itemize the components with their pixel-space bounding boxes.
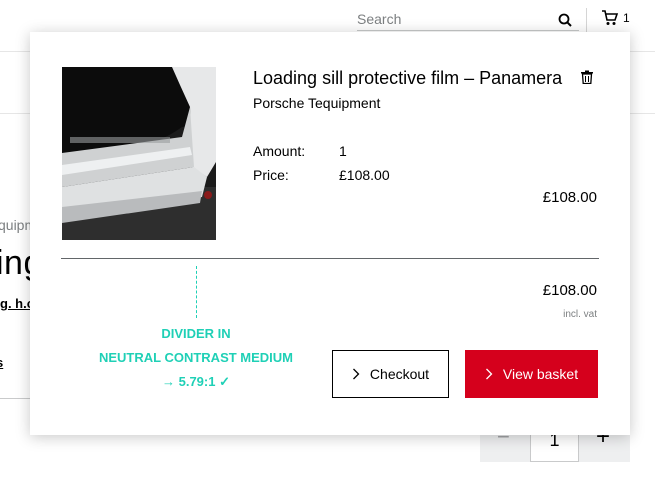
- brand-link-fragment[interactable]: g. h.c: [0, 296, 34, 311]
- search-input[interactable]: [357, 9, 547, 29]
- product-photo: [62, 67, 216, 240]
- price-value: £108.00: [339, 167, 390, 183]
- header-separator: [586, 8, 587, 32]
- cart-button[interactable]: 1: [601, 8, 630, 28]
- trash-icon[interactable]: [580, 70, 594, 84]
- view-basket-label: View basket: [502, 366, 579, 382]
- checkout-button[interactable]: Checkout: [332, 350, 449, 398]
- product-name[interactable]: Loading sill protective film – Panamera: [253, 68, 562, 89]
- background-divider: [0, 398, 30, 399]
- annotation-line-2: NEUTRAL CONTRAST MEDIUM: [98, 350, 294, 365]
- search-icon[interactable]: [557, 12, 573, 28]
- vat-note: incl. vat: [563, 309, 597, 320]
- search-field[interactable]: [357, 9, 579, 31]
- annotation-pointer-line: [196, 266, 197, 318]
- amount-value: 1: [339, 143, 347, 159]
- annotation-line-1: DIVIDER IN: [161, 326, 231, 341]
- view-basket-button[interactable]: View basket: [465, 350, 598, 398]
- product-brand: Porsche Tequipment: [253, 95, 381, 111]
- price-label: Price:: [253, 167, 289, 183]
- line-total: £108.00: [542, 189, 597, 206]
- annotation-line-3: → 5.79:1 ✓: [162, 374, 230, 389]
- cart-icon: [602, 10, 619, 25]
- amount-label: Amount:: [253, 143, 306, 159]
- link-fragment[interactable]: s: [0, 355, 3, 370]
- annotation-note: DIVIDER IN NEUTRAL CONTRAST MEDIUM → 5.7…: [86, 322, 306, 394]
- chevron-right-icon: [352, 368, 360, 380]
- cart-count: 1: [623, 11, 630, 25]
- checkout-label: Checkout: [369, 366, 430, 382]
- divider: [61, 258, 599, 259]
- chevron-right-icon: [485, 368, 493, 380]
- product-image: [62, 67, 216, 240]
- subtotal: £108.00: [542, 282, 597, 299]
